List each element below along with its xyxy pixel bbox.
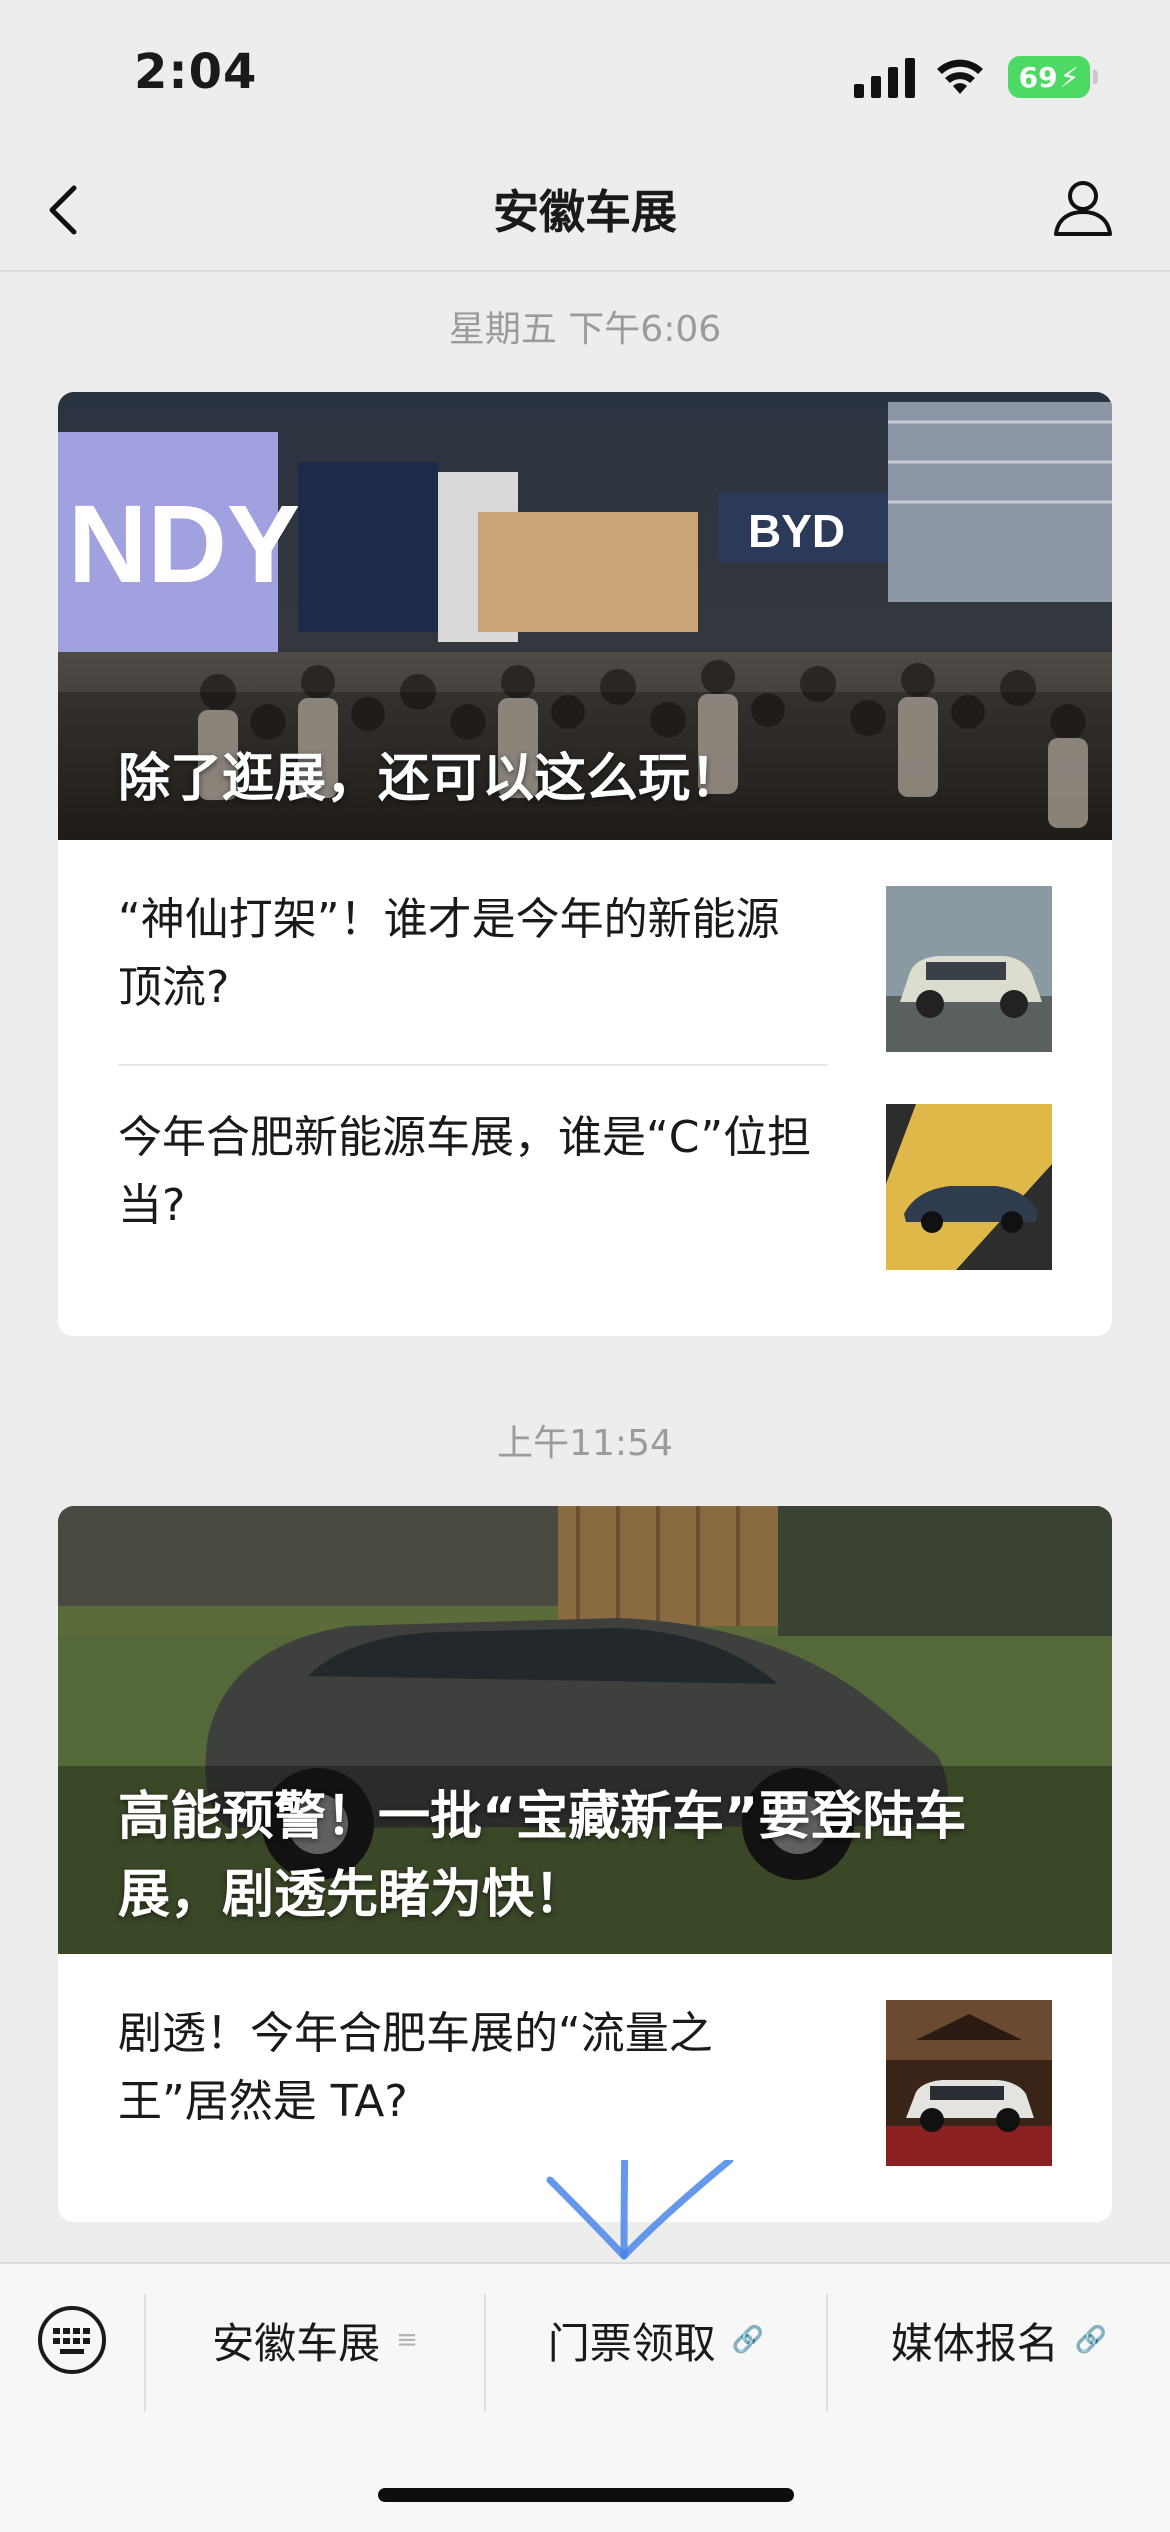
menu-item-label: 媒体报名 [890,2318,1059,2368]
message-timestamp: 星期五 下午6:06 [448,309,722,350]
cellular-signal-icon [854,58,915,98]
hero-title: 除了逛展，还可以这么玩！ [118,749,743,809]
wifi-icon [937,59,983,94]
keyboard-toggle-icon[interactable] [36,2304,108,2376]
profile-icon[interactable] [1052,176,1114,238]
svg-text:NDY: NDY [68,483,300,606]
charging-bolt-icon: ⚡ [1059,60,1080,94]
battery-cap [1093,70,1098,84]
hero-title: 高能预警！一批“宝藏新车”要登陆车展，剧透先睹为快！ [118,1787,967,1925]
menu-lines-icon: ≡ [396,2325,418,2355]
article-item[interactable]: 今年合肥新能源车展，谁是“C”位担当? [58,1066,1112,1292]
link-icon: 🔗 [1074,2325,1108,2355]
article-item[interactable]: “神仙打架”！谁才是今年的新能源顶流? [58,840,1112,1066]
message-timestamp: 上午11:54 [497,1423,673,1464]
article-title: 今年合肥新能源车展，谁是“C”位担当? [118,1112,812,1231]
menu-item-media-registration[interactable]: 媒体报名 🔗 [828,2304,1170,2376]
menu-item-label: 安徽车展 [212,2318,381,2368]
status-time: 2:04 [134,44,258,100]
app-screen: 2:04 69 ⚡ 安徽车展 星期五 下午6:06 NDY BYD 除了逛展，还… [0,0,1170,2532]
battery-level: 69 [1018,60,1058,94]
menu-item-auto-show[interactable]: 安徽车展 ≡ [146,2304,484,2376]
menu-item-tickets[interactable]: 门票领取 🔗 [486,2304,826,2376]
article-thumbnail-coupe [886,1104,1052,1270]
article-title: “神仙打架”！谁才是今年的新能源顶流? [118,894,780,1013]
svg-text:BYD: BYD [748,505,845,557]
status-bar: 2:04 69 ⚡ [0,0,1170,150]
page-title: 安徽车展 [493,185,677,239]
home-indicator[interactable] [378,2488,794,2502]
article-card-2: 高能预警！一批“宝藏新车”要登陆车展，剧透先睹为快！ 剧透！今年合肥车展的“流量… [58,1506,1112,2222]
article-thumbnail-temple-suv [886,2000,1052,2166]
link-icon: 🔗 [731,2325,765,2355]
article-card-1: NDY BYD 除了逛展，还可以这么玩！ “神仙打架”！谁才是今年的新能源顶流?… [58,392,1112,1336]
article-item[interactable]: 剧透！今年合肥车展的“流量之王”居然是 TA? [58,1954,1112,2180]
navigation-bar: 安徽车展 [0,150,1170,272]
hero-article-1[interactable]: NDY BYD 除了逛展，还可以这么玩！ [58,392,1112,840]
article-thumbnail-suv [886,886,1052,1052]
hero-article-2[interactable]: 高能预警！一批“宝藏新车”要登陆车展，剧透先睹为快！ [58,1506,1112,1954]
article-title: 剧透！今年合肥车展的“流量之王”居然是 TA? [118,2008,713,2127]
menu-item-label: 门票领取 [547,2318,716,2368]
battery-indicator: 69 ⚡ [1008,56,1090,98]
